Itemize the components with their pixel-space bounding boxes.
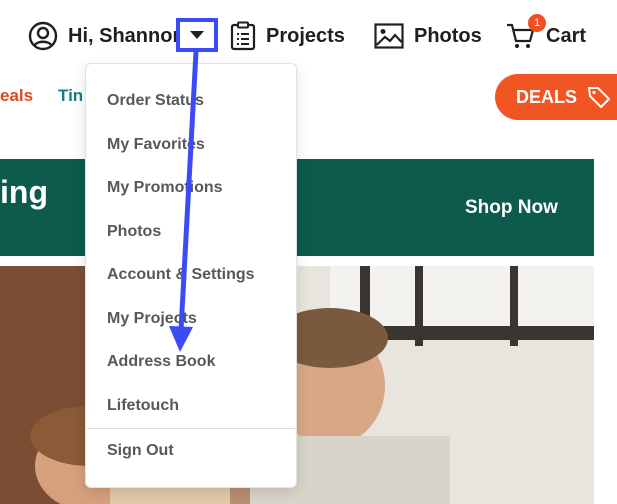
caret-down-icon: [190, 31, 204, 39]
menu-item-account-settings[interactable]: Account & Settings: [107, 266, 255, 284]
photos-label: Photos: [414, 24, 482, 47]
top-header: Hi, Shannon Projects Photos 1 Cart: [0, 0, 617, 72]
greeting-text: Hi, Shannon: [68, 24, 185, 47]
cart-count-badge: 1: [528, 14, 546, 32]
projects-label: Projects: [266, 24, 345, 47]
projects-link[interactable]: Projects: [230, 20, 345, 52]
cart-label: Cart: [546, 24, 587, 47]
banner-headline: ing: [0, 174, 48, 210]
photos-link[interactable]: Photos: [374, 20, 482, 52]
shop-now-link[interactable]: Shop Now: [465, 197, 558, 219]
account-dropdown-menu: Order Status My Favorites My Promotions …: [85, 63, 297, 488]
account-menu[interactable]: Hi, Shannon: [28, 20, 185, 52]
menu-item-my-promotions[interactable]: My Promotions: [107, 179, 223, 197]
subnav-deals-link[interactable]: eals: [0, 86, 33, 106]
user-icon: [28, 21, 58, 51]
menu-divider: [87, 428, 295, 429]
image-icon: [374, 23, 404, 49]
menu-item-my-projects[interactable]: My Projects: [107, 310, 197, 328]
menu-item-photos[interactable]: Photos: [107, 223, 161, 241]
menu-item-lifetouch[interactable]: Lifetouch: [107, 397, 179, 415]
account-dropdown-toggle[interactable]: [176, 18, 218, 52]
deals-label: DEALS: [516, 86, 578, 107]
menu-item-order-status[interactable]: Order Status: [107, 92, 204, 110]
menu-item-address-book[interactable]: Address Book: [107, 353, 215, 371]
clipboard-icon: [230, 21, 256, 51]
menu-item-sign-out[interactable]: Sign Out: [107, 442, 174, 460]
subnav-tin-link[interactable]: Tin: [58, 86, 83, 106]
tag-icon: [588, 87, 611, 108]
menu-item-my-favorites[interactable]: My Favorites: [107, 136, 205, 154]
deals-button[interactable]: DEALS: [495, 74, 617, 120]
cart-link[interactable]: 1 Cart: [506, 14, 587, 52]
